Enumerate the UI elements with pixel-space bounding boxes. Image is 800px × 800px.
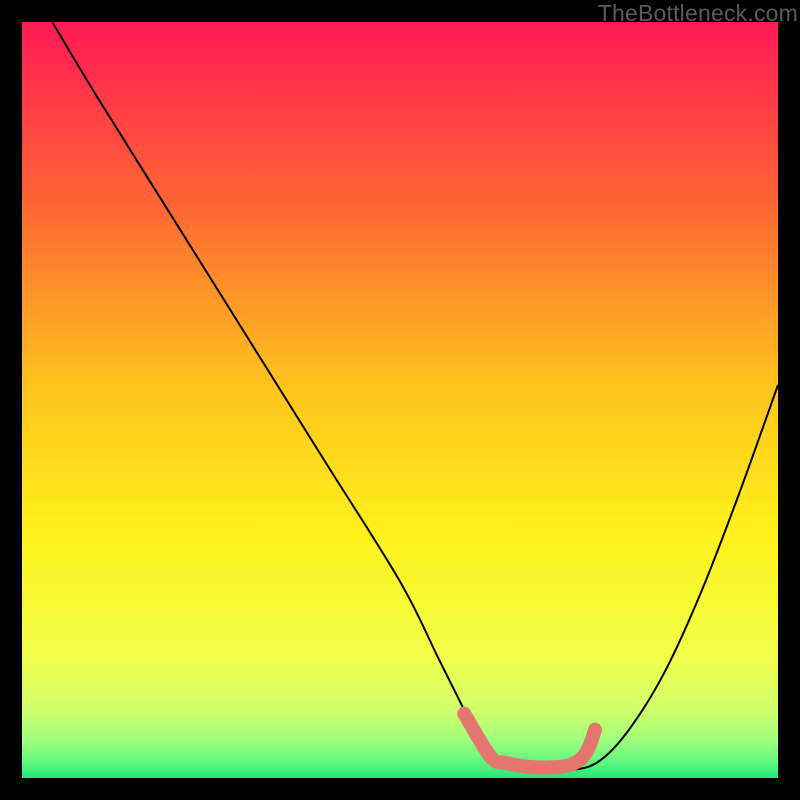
watermark-text: TheBottleneck.com bbox=[598, 0, 798, 27]
gradient-background bbox=[22, 22, 778, 778]
chart-frame bbox=[22, 22, 778, 778]
chart-svg bbox=[22, 22, 778, 778]
highlight-dot bbox=[457, 707, 471, 721]
